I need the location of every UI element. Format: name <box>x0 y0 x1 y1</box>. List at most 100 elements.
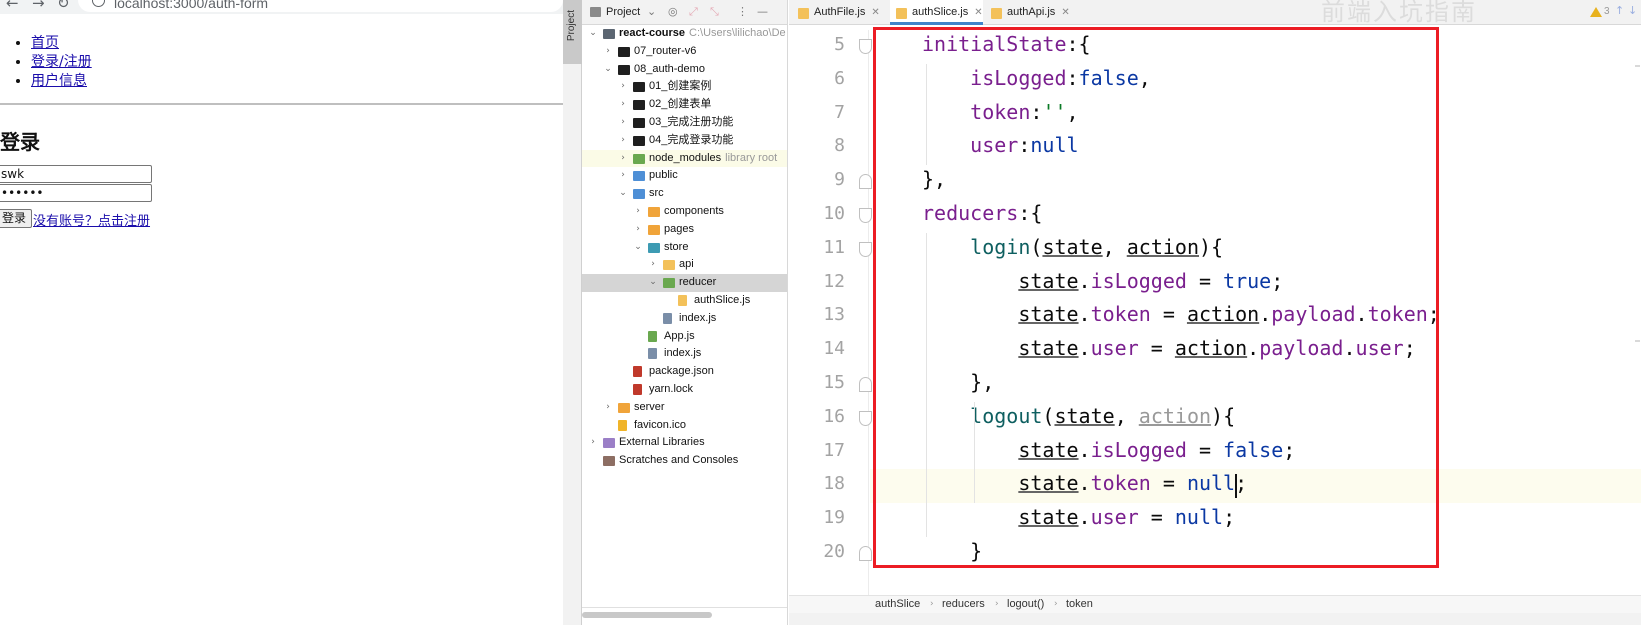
chevron-right-icon[interactable]: › <box>618 132 628 150</box>
arrow-up-icon[interactable]: ↑ <box>1615 4 1624 17</box>
scrollbar-thumb[interactable] <box>582 612 712 618</box>
tab-authapi[interactable]: authApi.js ✕ <box>985 0 1070 25</box>
code-line[interactable]: state.user = action.payload.user; <box>870 334 1641 368</box>
chevron-right-icon[interactable]: › <box>603 43 613 61</box>
code-line[interactable]: }, <box>870 368 1641 402</box>
tree-item[interactable]: › 03_完成注册功能 <box>582 114 787 132</box>
password-input[interactable]: •••••• <box>0 184 152 202</box>
login-button[interactable]: 登录 <box>0 209 32 228</box>
tab-authform[interactable]: AuthFile.js ✕ <box>792 0 880 25</box>
project-panel-title[interactable]: Project <box>606 6 640 18</box>
more-options-icon[interactable]: ⋮ <box>737 5 748 18</box>
code-line[interactable]: state.isLogged = true; <box>870 267 1641 301</box>
collapse-all-icon[interactable]: ⤡ <box>710 5 719 19</box>
warning-icon[interactable] <box>1590 7 1602 17</box>
tree-item[interactable]: › 01_创建案例 <box>582 78 787 96</box>
chevron-right-icon[interactable]: › <box>603 399 613 417</box>
hide-panel-icon[interactable]: — <box>757 5 768 18</box>
breadcrumb-item[interactable]: token <box>1066 596 1093 613</box>
tree-item[interactable]: › pages <box>582 221 787 239</box>
back-icon[interactable]: ← <box>6 0 19 11</box>
tree-item[interactable]: ⌄ react-course C:\Users\lilichao\De <box>582 25 787 43</box>
chevron-right-icon[interactable]: › <box>618 167 628 185</box>
tree-item[interactable]: › 02_创建表单 <box>582 96 787 114</box>
folder-blue-icon <box>633 189 645 200</box>
locate-icon[interactable]: ◎ <box>668 5 678 18</box>
tree-item[interactable]: Scratches and Consoles <box>582 452 787 470</box>
code-token: . <box>1078 471 1091 496</box>
code-line-text: }, <box>922 167 946 191</box>
chevron-down-icon[interactable]: ⌄ <box>647 5 656 18</box>
code-token: . <box>1078 336 1091 361</box>
chevron-right-icon[interactable]: › <box>588 434 598 452</box>
tree-item[interactable]: ⌄ store <box>582 239 787 257</box>
close-icon[interactable]: ✕ <box>871 7 879 18</box>
chevron-right-icon[interactable]: › <box>618 150 628 168</box>
close-icon[interactable]: ✕ <box>974 7 982 18</box>
reload-icon[interactable]: ↻ <box>57 0 70 11</box>
editor-vertical-scrollbar[interactable] <box>1633 30 1641 595</box>
nav-link-login-register[interactable]: 登录/注册 <box>31 54 92 70</box>
tree-item[interactable]: ⌄ 08_auth-demo <box>582 61 787 79</box>
tree-item[interactable]: App.js <box>582 328 787 346</box>
code-line[interactable]: state.token = null; <box>870 469 1641 504</box>
tree-item[interactable]: › public <box>582 167 787 185</box>
chevron-down-icon[interactable]: ⌄ <box>618 185 628 203</box>
chevron-down-icon[interactable]: ⌄ <box>588 25 598 43</box>
tree-item[interactable]: › api <box>582 256 787 274</box>
arrow-down-icon[interactable]: ↓ <box>1628 4 1637 17</box>
tree-item[interactable]: ⌄ src <box>582 185 787 203</box>
breadcrumb-item[interactable]: logout() <box>1007 596 1044 613</box>
close-icon[interactable]: ✕ <box>1061 7 1069 18</box>
code-line[interactable]: } <box>870 537 1641 571</box>
code-line[interactable]: state.user = null; <box>870 503 1641 537</box>
url-text[interactable]: localhost:3000/auth-form <box>114 0 268 11</box>
tree-item-name: favicon.ico <box>634 418 686 431</box>
tree-item[interactable]: index.js <box>582 345 787 363</box>
tree-item[interactable]: › 07_router-v6 <box>582 43 787 61</box>
chevron-right-icon[interactable]: › <box>618 114 628 132</box>
tree-item[interactable]: yarn.lock <box>582 381 787 399</box>
code-line[interactable]: state.token = action.payload.token; <box>870 300 1641 334</box>
tree-item[interactable]: › node_modules library root <box>582 149 787 168</box>
code-line[interactable]: logout(state, action){ <box>870 402 1641 436</box>
nav-link-home[interactable]: 首页 <box>31 35 59 51</box>
forward-icon[interactable]: → <box>32 0 45 11</box>
code-line[interactable]: login(state, action){ <box>870 233 1641 267</box>
code-area[interactable]: initialState:{ isLogged:false, token:'',… <box>870 30 1641 595</box>
chevron-down-icon[interactable]: ⌄ <box>603 61 613 79</box>
code-line[interactable]: isLogged:false, <box>870 64 1641 98</box>
tree-item[interactable]: › External Libraries <box>582 434 787 452</box>
tree-item[interactable]: authSlice.js <box>582 292 787 310</box>
chevron-right-icon[interactable]: › <box>618 96 628 114</box>
tree-item[interactable]: ⌄ reducer <box>582 274 787 292</box>
nav-link-user-info[interactable]: 用户信息 <box>31 73 87 89</box>
chevron-right-icon[interactable]: › <box>633 221 643 239</box>
tree-item[interactable]: index.js <box>582 310 787 328</box>
breadcrumb-item[interactable]: reducers <box>942 596 985 613</box>
register-link[interactable]: 没有账号？点击注册 <box>33 210 150 229</box>
breadcrumb-item[interactable]: authSlice <box>875 596 920 613</box>
project-tool-button[interactable]: Project <box>563 0 582 64</box>
tree-item[interactable]: package.json <box>582 363 787 381</box>
tree-item[interactable]: › server <box>582 399 787 417</box>
chevron-down-icon[interactable]: ⌄ <box>633 239 643 257</box>
username-input[interactable]: swk <box>0 165 152 183</box>
code-line[interactable]: }, <box>870 165 1641 199</box>
chevron-right-icon[interactable]: › <box>648 256 658 274</box>
chevron-down-icon[interactable]: ⌄ <box>648 274 658 292</box>
expand-all-icon[interactable]: ⤢ <box>689 5 698 19</box>
tree-item[interactable]: › 04_完成登录功能 <box>582 132 787 150</box>
code-line[interactable]: state.isLogged = false; <box>870 436 1641 470</box>
chevron-right-icon[interactable]: › <box>633 203 643 221</box>
code-line[interactable]: token:'', <box>870 98 1641 132</box>
code-line[interactable]: user:null <box>870 131 1641 165</box>
project-horizontal-scrollbar[interactable] <box>582 607 787 625</box>
chevron-right-icon[interactable]: › <box>618 78 628 96</box>
code-line[interactable]: reducers:{ <box>870 199 1641 233</box>
tree-item[interactable]: › components <box>582 203 787 221</box>
tab-authslice[interactable]: authSlice.js ✕ <box>890 0 983 25</box>
warning-count[interactable]: 3 <box>1604 6 1610 17</box>
code-line[interactable]: initialState:{ <box>870 30 1641 64</box>
tree-item[interactable]: favicon.ico <box>582 417 787 435</box>
